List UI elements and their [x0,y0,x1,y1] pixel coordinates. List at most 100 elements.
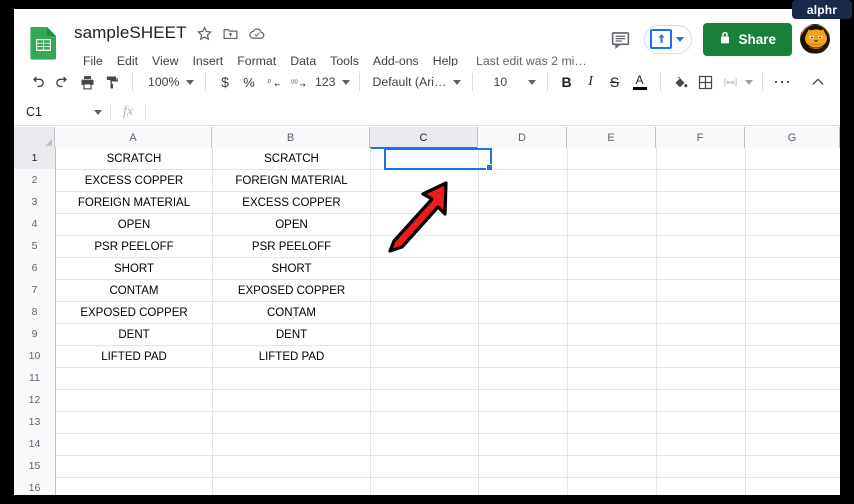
cell-B15[interactable] [213,456,371,478]
cell-B14[interactable] [213,434,371,456]
present-button[interactable] [644,24,693,54]
row-header-15[interactable]: 15 [14,455,56,478]
move-to-folder-icon[interactable] [222,25,239,42]
cell-E8[interactable] [568,302,657,324]
collapse-toolbar-icon[interactable] [806,70,830,94]
column-header-a[interactable]: A [55,127,212,148]
formula-input[interactable] [146,98,840,126]
cell-C5[interactable] [371,236,479,258]
cell-F3[interactable] [657,192,746,214]
cell-G1[interactable] [746,148,840,170]
font-family-dropdown[interactable]: Default (Ari… [367,70,465,94]
cell-C9[interactable] [371,324,479,346]
cell-C2[interactable] [371,170,479,192]
column-header-f[interactable]: F [656,127,745,148]
cell-C13[interactable] [371,412,479,434]
cell-A6[interactable]: SHORT [56,258,213,280]
row-header-4[interactable]: 4 [14,213,56,236]
cell-E9[interactable] [568,324,657,346]
cell-F11[interactable] [657,368,746,390]
cell-F15[interactable] [657,456,746,478]
cell-C1[interactable] [371,148,479,170]
cell-D6[interactable] [479,258,568,280]
cell-B5[interactable]: PSR PEELOFF [213,236,371,258]
text-color-button[interactable]: A [627,70,653,94]
cell-D15[interactable] [479,456,568,478]
cell-A10[interactable]: LIFTED PAD [56,346,213,368]
cell-F5[interactable] [657,236,746,258]
cell-B7[interactable]: EXPOSED COPPER [213,280,371,302]
cell-G3[interactable] [746,192,840,214]
row-header-8[interactable]: 8 [14,301,56,324]
cell-F10[interactable] [657,346,746,368]
font-size-dropdown[interactable]: 10 [480,70,540,94]
paint-format-icon[interactable] [100,70,125,94]
cell-E4[interactable] [568,214,657,236]
cell-A8[interactable]: EXPOSED COPPER [56,302,213,324]
row-header-2[interactable]: 2 [14,169,56,192]
cell-B4[interactable]: OPEN [213,214,371,236]
cell-G12[interactable] [746,390,840,412]
cell-D7[interactable] [479,280,568,302]
cell-D5[interactable] [479,236,568,258]
strikethrough-button[interactable]: S [603,70,627,94]
cell-D2[interactable] [479,170,568,192]
percent-format-button[interactable]: % [237,70,261,94]
decrease-decimal-button[interactable]: .0 [261,70,285,94]
row-header-6[interactable]: 6 [14,257,56,280]
row-header-11[interactable]: 11 [14,367,56,390]
cell-B6[interactable]: SHORT [213,258,371,280]
column-header-d[interactable]: D [478,127,567,148]
cell-F1[interactable] [657,148,746,170]
cloud-check-icon[interactable] [248,25,265,42]
cell-E15[interactable] [568,456,657,478]
cell-A2[interactable]: EXCESS COPPER [56,170,213,192]
more-options-icon[interactable]: ⋯ [770,70,796,94]
cell-D16[interactable] [479,478,568,495]
row-header-1[interactable]: 1 [14,147,56,170]
cell-A5[interactable]: PSR PEELOFF [56,236,213,258]
cell-E16[interactable] [568,478,657,495]
fill-color-icon[interactable] [668,70,693,94]
cell-C8[interactable] [371,302,479,324]
cell-E2[interactable] [568,170,657,192]
cell-C11[interactable] [371,368,479,390]
cell-F13[interactable] [657,412,746,434]
row-header-5[interactable]: 5 [14,235,56,258]
cell-G15[interactable] [746,456,840,478]
cell-A7[interactable]: CONTAM [56,280,213,302]
cell-G7[interactable] [746,280,840,302]
number-format-dropdown[interactable]: 123 [311,70,352,94]
cell-G5[interactable] [746,236,840,258]
cell-B2[interactable]: FOREIGN MATERIAL [213,170,371,192]
share-button[interactable]: Share [703,22,792,56]
cell-A3[interactable]: FOREIGN MATERIAL [56,192,213,214]
cell-E5[interactable] [568,236,657,258]
row-header-14[interactable]: 14 [14,433,56,456]
cell-B3[interactable]: EXCESS COPPER [213,192,371,214]
name-box[interactable]: C1 [14,99,110,126]
cell-A14[interactable] [56,434,213,456]
cell-E14[interactable] [568,434,657,456]
cell-E11[interactable] [568,368,657,390]
cell-A11[interactable] [56,368,213,390]
cell-B13[interactable] [213,412,371,434]
user-avatar[interactable] [800,24,830,54]
cell-B10[interactable]: LIFTED PAD [213,346,371,368]
cell-D12[interactable] [479,390,568,412]
comment-icon[interactable] [604,23,636,55]
cell-B1[interactable]: SCRATCH [213,148,371,170]
cell-F4[interactable] [657,214,746,236]
fill-handle[interactable] [486,164,493,171]
cell-B11[interactable] [213,368,371,390]
cell-G16[interactable] [746,478,840,495]
cell-G4[interactable] [746,214,840,236]
cell-G6[interactable] [746,258,840,280]
cell-A1[interactable]: SCRATCH [56,148,213,170]
bold-button[interactable]: B [555,70,579,94]
cell-F2[interactable] [657,170,746,192]
cell-C16[interactable] [371,478,479,495]
zoom-level-dropdown[interactable]: 100% [140,70,198,94]
cell-E13[interactable] [568,412,657,434]
cell-D11[interactable] [479,368,568,390]
